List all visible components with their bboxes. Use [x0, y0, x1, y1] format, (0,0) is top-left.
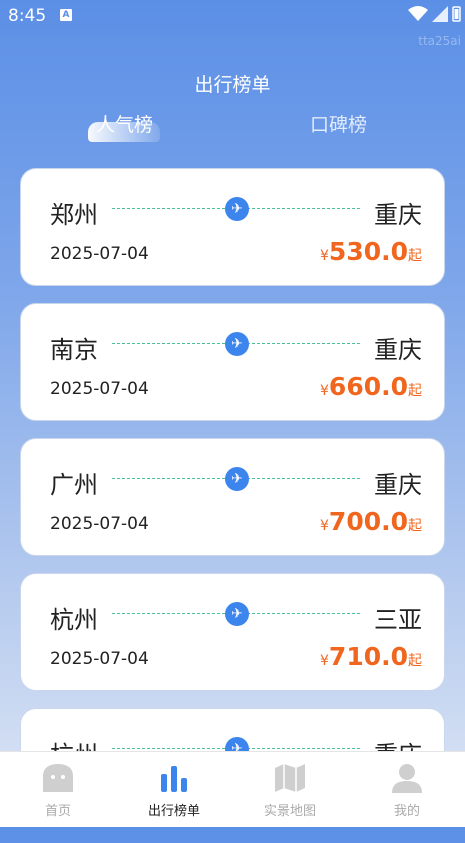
flight-card[interactable]: 广州 ✈ 重庆 2025-07-04 ¥700.0起 — [20, 438, 445, 556]
price-suffix: 起 — [408, 653, 422, 669]
tabbar-ranking-label: 出行榜单 — [147, 804, 200, 819]
flight-date: 2025-07-04 — [50, 514, 149, 534]
tabbar-ranking[interactable]: 出行榜单 — [116, 762, 232, 819]
flight-card[interactable]: 郑州 ✈ 重庆 2025-07-04 ¥530.0起 — [20, 168, 445, 286]
price-suffix: 起 — [408, 383, 422, 399]
tabbar-profile[interactable]: 我的 — [349, 762, 465, 819]
status-time: 8:45 — [8, 6, 47, 26]
currency-symbol: ¥ — [320, 248, 329, 264]
arrival-city: 重庆 — [374, 471, 422, 499]
price-amount: 700.0 — [328, 507, 408, 536]
arrival-city: 重庆 — [374, 336, 422, 364]
departure-city: 广州 — [50, 471, 98, 499]
airplane-icon: ✈ — [225, 467, 249, 491]
notification-icon: A — [60, 9, 72, 21]
airplane-icon: ✈ — [225, 332, 249, 356]
currency-symbol: ¥ — [320, 518, 329, 534]
map-icon — [275, 764, 305, 792]
arrival-city: 重庆 — [374, 201, 422, 229]
tabbar-home-label: 首页 — [44, 804, 71, 819]
tabbar-map-label: 实景地图 — [263, 804, 316, 819]
bar-chart-icon — [161, 766, 187, 792]
flight-card[interactable]: 杭州 ✈ 三亚 2025-07-04 ¥710.0起 — [20, 573, 445, 691]
signal-icon — [432, 6, 448, 22]
tab-popularity[interactable]: 人气榜 — [96, 110, 153, 137]
flight-price: ¥710.0起 — [320, 642, 422, 671]
departure-city: 杭州 — [50, 606, 98, 634]
home-icon — [43, 764, 73, 792]
watermark: tta25ai — [418, 34, 461, 48]
wifi-icon — [408, 6, 428, 21]
price-suffix: 起 — [408, 518, 422, 534]
price-amount: 660.0 — [328, 372, 408, 401]
tab-reputation[interactable]: 口碑榜 — [310, 110, 367, 137]
flight-list: 郑州 ✈ 重庆 2025-07-04 ¥530.0起 南京 ✈ 重庆 2025-… — [20, 168, 445, 843]
flight-price: ¥660.0起 — [320, 372, 422, 401]
departure-city: 南京 — [50, 336, 98, 364]
flight-card[interactable]: 南京 ✈ 重庆 2025-07-04 ¥660.0起 — [20, 303, 445, 421]
tabbar-profile-label: 我的 — [393, 804, 420, 819]
tabbar-map[interactable]: 实景地图 — [232, 762, 348, 819]
currency-symbol: ¥ — [320, 383, 329, 399]
currency-symbol: ¥ — [320, 653, 329, 669]
airplane-icon: ✈ — [225, 197, 249, 221]
price-suffix: 起 — [408, 248, 422, 264]
battery-icon — [452, 6, 461, 22]
bottom-tab-bar: 首页 出行榜单 实景地图 我的 — [0, 751, 465, 827]
tabbar-home[interactable]: 首页 — [0, 762, 116, 819]
ranking-tabs: 人气榜 口碑榜 — [0, 110, 465, 146]
price-amount: 530.0 — [328, 237, 408, 266]
flight-date: 2025-07-04 — [50, 649, 149, 669]
status-bar: 8:45 A — [0, 0, 465, 32]
price-amount: 710.0 — [328, 642, 408, 671]
flight-date: 2025-07-04 — [50, 244, 149, 264]
flight-price: ¥530.0起 — [320, 237, 422, 266]
page-title: 出行榜单 — [194, 74, 271, 96]
departure-city: 郑州 — [50, 201, 98, 229]
user-icon — [392, 764, 422, 793]
flight-date: 2025-07-04 — [50, 379, 149, 399]
airplane-icon: ✈ — [225, 602, 249, 626]
flight-price: ¥700.0起 — [320, 507, 422, 536]
arrival-city: 三亚 — [374, 606, 422, 634]
